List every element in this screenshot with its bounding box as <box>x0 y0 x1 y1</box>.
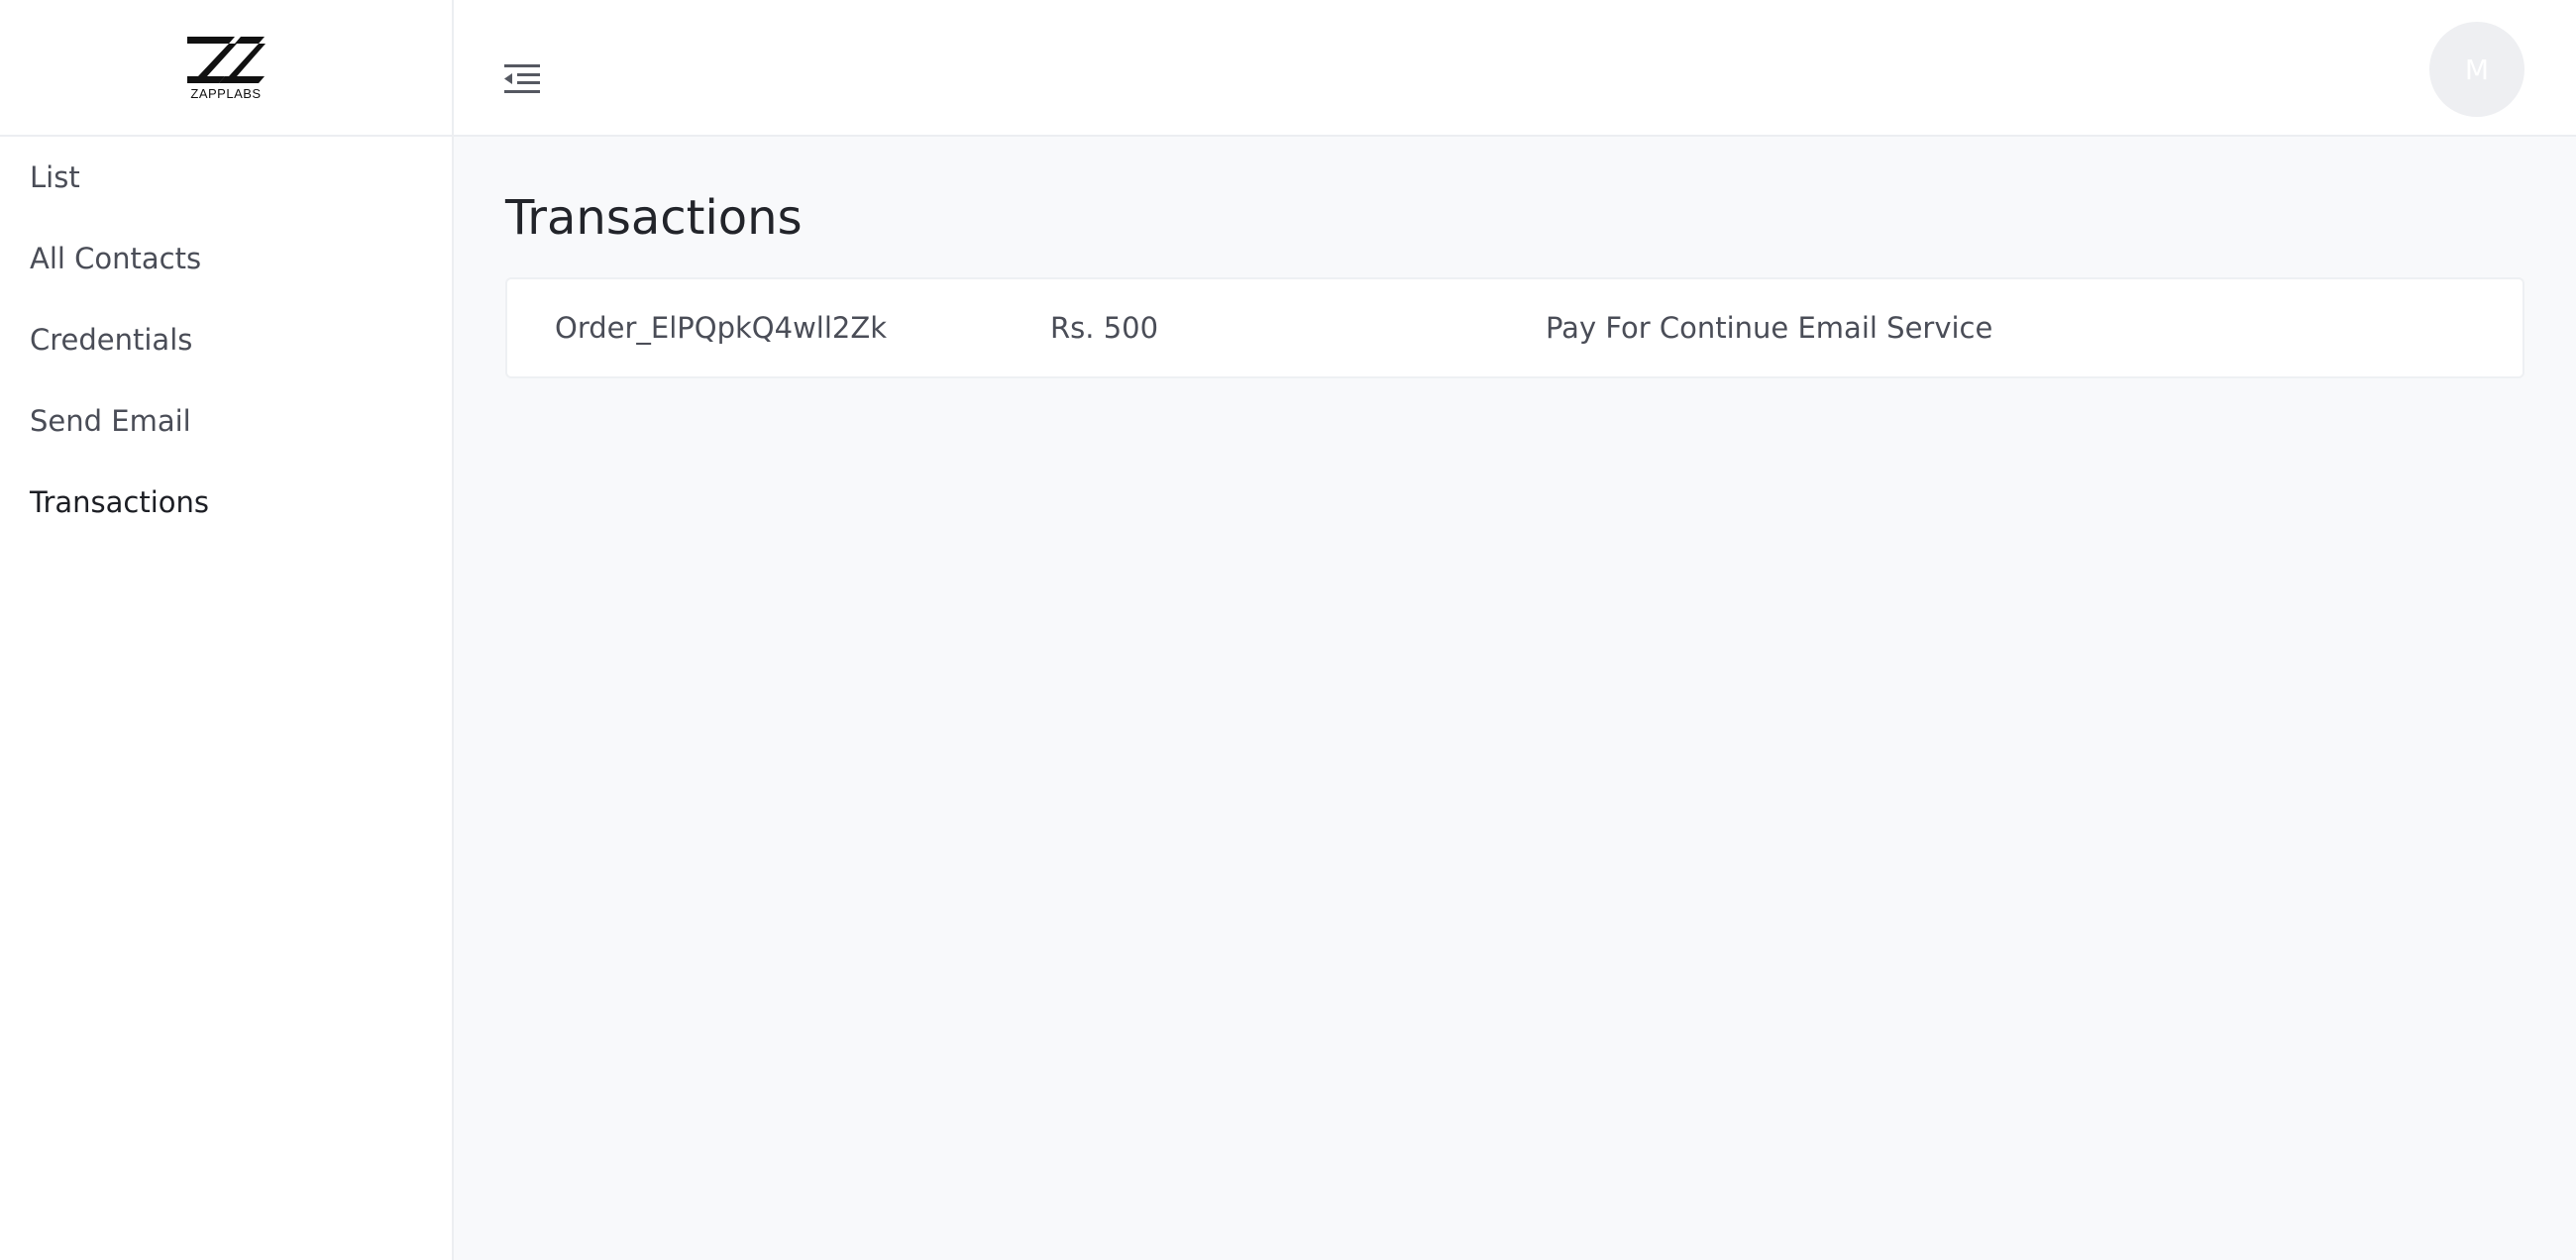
sidebar-item-transactions[interactable]: Transactions <box>0 462 452 543</box>
page-title: Transactions <box>505 190 803 246</box>
logo[interactable]: ZAPPLABS <box>0 0 452 137</box>
zapplabs-logo-icon <box>187 36 266 83</box>
transaction-row[interactable]: Order_ElPQpkQ4wll2Zk Rs. 500 Pay For Con… <box>505 277 2524 378</box>
main-content: Transactions Order_ElPQpkQ4wll2Zk Rs. 50… <box>454 137 2576 1260</box>
sidebar: ZAPPLABS List All Contacts Credentials S… <box>0 0 454 1260</box>
avatar[interactable]: M <box>2429 22 2524 117</box>
transaction-description: Pay For Continue Email Service <box>1546 311 1993 345</box>
sidebar-item-all-contacts[interactable]: All Contacts <box>0 218 452 299</box>
transaction-amount: Rs. 500 <box>1050 311 1159 345</box>
sidebar-nav: List All Contacts Credentials Send Email… <box>0 137 452 543</box>
app-shell: ZAPPLABS List All Contacts Credentials S… <box>0 0 2576 1260</box>
sidebar-item-send-email[interactable]: Send Email <box>0 380 452 462</box>
top-bar: M <box>454 0 2576 137</box>
sidebar-item-list[interactable]: List <box>0 137 452 218</box>
menu-toggle-button[interactable] <box>503 59 543 99</box>
logo-wordmark: ZAPPLABS <box>190 85 262 101</box>
collapse-menu-icon <box>504 64 540 93</box>
sidebar-item-credentials[interactable]: Credentials <box>0 299 452 380</box>
transaction-order-id: Order_ElPQpkQ4wll2Zk <box>555 311 888 345</box>
